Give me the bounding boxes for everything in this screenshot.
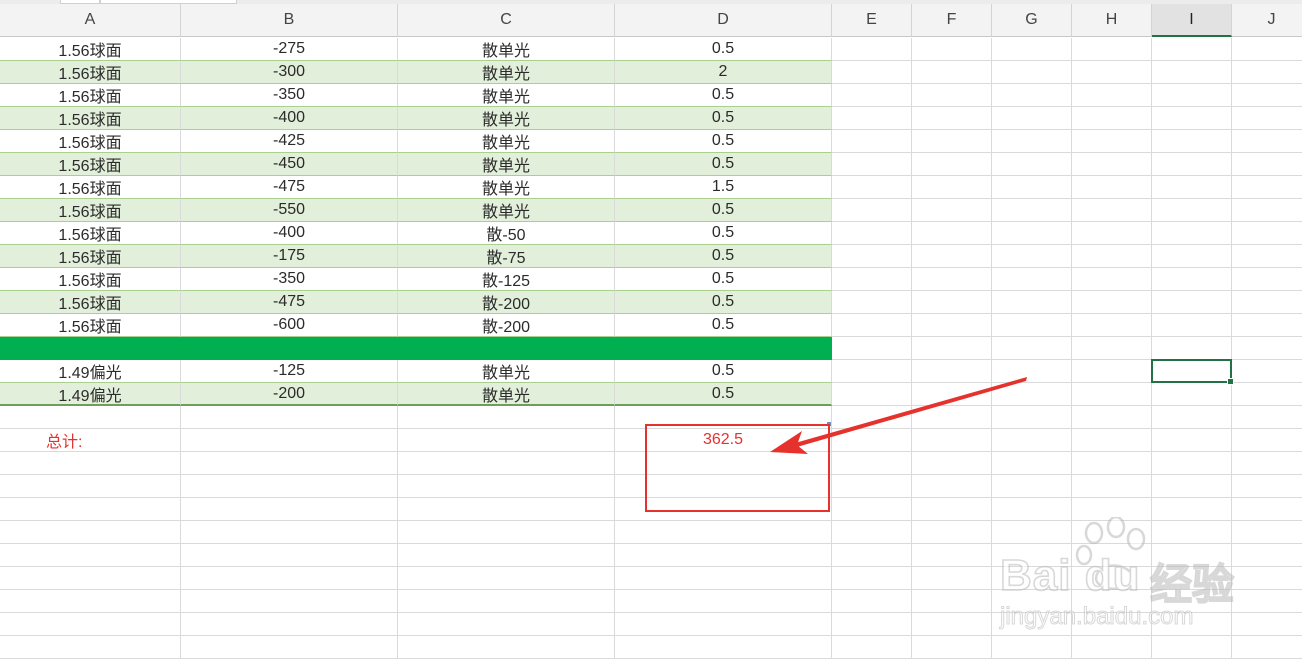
watermark-logo-text: Bai du [999, 550, 1141, 601]
spreadsheet-grid[interactable]: ABCDEFGHIJ 1.56球面 -275 散单光 0.5 1.56球面 -300 散单光… [0, 0, 1302, 659]
baidu-jingyan-watermark: Bai du 经验 jingyan.baidu.com [999, 515, 1300, 635]
watermark-url: jingyan.baidu.com [999, 603, 1194, 631]
arrow-shaft [788, 377, 1027, 449]
